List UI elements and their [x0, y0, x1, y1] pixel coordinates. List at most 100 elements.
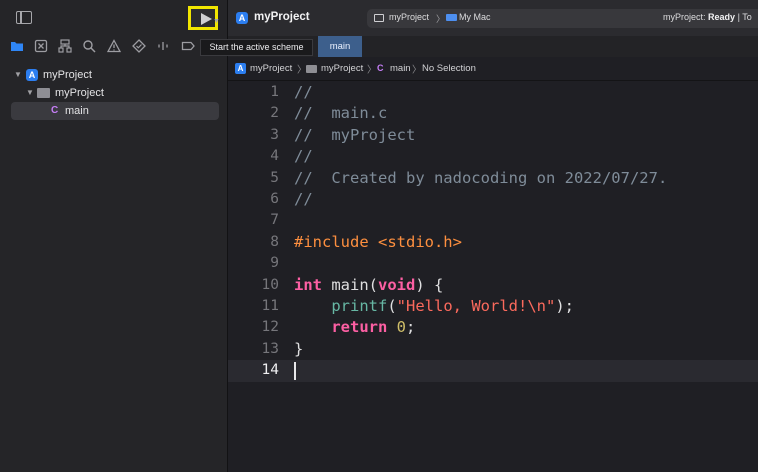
- activity-view: myProject 〉 My Mac myProject: Ready | To: [367, 9, 758, 28]
- code-line[interactable]: 1 //: [228, 82, 758, 103]
- xcode-project-icon: A: [26, 69, 38, 81]
- folder-icon[interactable]: [10, 39, 24, 53]
- code-text: #include <stdio.h>: [294, 232, 462, 253]
- breakpoint-icon[interactable]: [181, 39, 195, 53]
- code-line[interactable]: 6 //: [228, 189, 758, 210]
- tree-item-label: myProject: [43, 69, 92, 81]
- tree-item-main-file[interactable]: C main: [11, 102, 219, 120]
- code-line[interactable]: 10 int main(void) {: [228, 275, 758, 296]
- debug-icon[interactable]: [156, 39, 170, 53]
- chevron-right-icon: 〉: [436, 14, 446, 24]
- status-project: myProject:: [663, 12, 706, 22]
- code-token: //: [294, 147, 313, 166]
- warning-icon[interactable]: [107, 39, 121, 53]
- code-text: return 0;: [294, 317, 415, 338]
- code-token: //: [294, 83, 313, 101]
- navigator-panel: ▼ ▼ A myProject ▼ myProject C main: [0, 0, 228, 472]
- disclosure-down-icon[interactable]: ▼: [14, 66, 22, 84]
- run-button[interactable]: ▼: [188, 6, 220, 30]
- code-line[interactable]: 3 // myProject: [228, 125, 758, 146]
- c-file-icon: C: [377, 63, 384, 73]
- line-number: 3: [270, 126, 279, 143]
- hierarchy-icon[interactable]: [58, 39, 72, 53]
- code-line[interactable]: 14: [228, 360, 758, 382]
- code-token: int: [294, 275, 322, 294]
- code-token: printf: [331, 297, 388, 315]
- code-line[interactable]: 9: [228, 253, 758, 274]
- code-token: // Created by nadocoding on 2022/07/27.: [294, 168, 668, 187]
- line-number: 1: [270, 84, 279, 100]
- code-text: printf("Hello, World!\n");: [294, 296, 574, 317]
- line-number: 12: [261, 319, 279, 336]
- source-editor[interactable]: 1 // 2 // main.c 3 // myProject 4 // 5 // Created…: [228, 81, 758, 472]
- navigator-tabs: [0, 36, 227, 56]
- jump-bar-group[interactable]: myProject: [321, 63, 363, 74]
- code-text: //: [294, 189, 313, 210]
- scheme-selector[interactable]: myProject: [389, 12, 429, 22]
- xcode-project-icon: A: [236, 12, 248, 24]
- jump-bar-file[interactable]: main: [390, 63, 411, 74]
- tab-main[interactable]: main: [318, 36, 362, 57]
- line-number: 9: [270, 255, 279, 272]
- folder-icon: [37, 88, 50, 98]
- code-line[interactable]: 2 // main.c: [228, 103, 758, 124]
- code-token: ) {: [415, 275, 444, 294]
- line-number: 14: [261, 362, 279, 379]
- navigator-toolbar: ▼: [0, 0, 227, 36]
- line-number: 2: [270, 105, 279, 122]
- jump-bar: A myProject 〉 myProject 〉 C main 〉 No Se…: [228, 57, 758, 81]
- text-cursor: [294, 362, 296, 381]
- code-token: );: [555, 297, 574, 315]
- build-status: myProject: Ready | To: [663, 12, 752, 22]
- code-token: // main.c: [294, 104, 388, 123]
- disclosure-down-icon[interactable]: ▼: [26, 84, 34, 102]
- jump-bar-symbol[interactable]: No Selection: [422, 63, 476, 74]
- search-icon[interactable]: [82, 39, 96, 53]
- code-token: //: [294, 190, 313, 208]
- tree-item-project[interactable]: ▼ A myProject: [0, 66, 227, 84]
- sidebar-toggle-icon[interactable]: [16, 11, 32, 24]
- code-line[interactable]: 13}: [228, 339, 758, 360]
- line-number: 13: [261, 340, 279, 357]
- folder-icon: [306, 65, 317, 73]
- code-token: ;: [406, 318, 416, 337]
- tree-item-group[interactable]: ▼ myProject: [0, 84, 227, 102]
- code-line[interactable]: 4 //: [228, 146, 758, 167]
- test-icon[interactable]: [132, 39, 146, 53]
- status-tail: | To: [737, 12, 752, 22]
- window-toolbar: A myProject myProject 〉 My Mac myProject…: [228, 0, 758, 36]
- line-number: 7: [270, 212, 279, 229]
- status-state: Ready: [708, 12, 736, 22]
- mac-icon: [446, 14, 457, 21]
- play-icon: [201, 13, 212, 25]
- project-title: myProject: [254, 11, 310, 23]
- c-file-icon: C: [51, 105, 59, 116]
- code-text: int main(void) {: [294, 275, 443, 296]
- jump-bar-project[interactable]: myProject: [250, 63, 292, 74]
- code-line[interactable]: 12 return 0;: [228, 317, 758, 338]
- chevron-down-icon: ▼: [213, 18, 220, 25]
- line-number: 8: [270, 233, 279, 250]
- code-token: main(: [322, 275, 378, 294]
- source-control-icon[interactable]: [34, 39, 48, 53]
- line-number: 5: [270, 169, 279, 186]
- code-line[interactable]: 5 // Created by nadocoding on 2022/07/27.: [228, 168, 758, 189]
- code-line[interactable]: 8 #include <stdio.h>: [228, 232, 758, 253]
- code-line[interactable]: 11 printf("Hello, World!\n");: [228, 296, 758, 317]
- run-tooltip: Start the active scheme: [200, 39, 313, 56]
- chevron-right-icon: 〉: [367, 65, 377, 76]
- chevron-right-icon: 〉: [412, 65, 422, 76]
- code-line[interactable]: 7: [228, 210, 758, 231]
- scheme-icon: [374, 14, 384, 22]
- line-number: 10: [261, 276, 279, 293]
- line-number: 6: [270, 191, 279, 207]
- code-text: //: [294, 146, 313, 167]
- code-token: "Hello, World!\n": [396, 297, 556, 315]
- destination-selector[interactable]: My Mac: [459, 12, 491, 22]
- code-token: return: [331, 318, 388, 337]
- code-text: }: [294, 339, 303, 360]
- code-token: #include <stdio.h>: [294, 232, 462, 251]
- line-number: 11: [261, 298, 279, 314]
